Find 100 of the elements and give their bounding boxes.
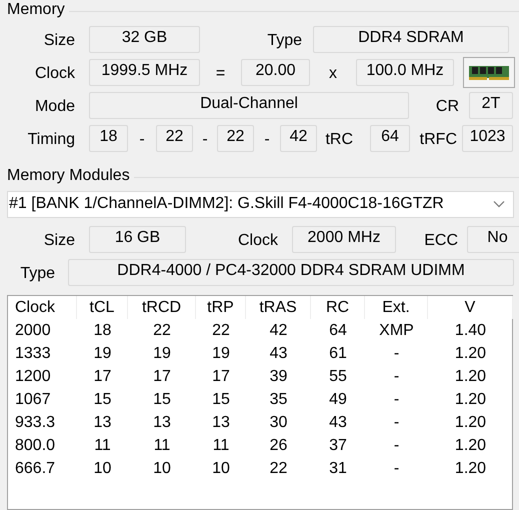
value-field: 20.00	[241, 58, 310, 86]
field-label: ECC	[423, 231, 458, 250]
table-cell-text: 49	[328, 390, 348, 408]
table-cell-text: -	[392, 344, 400, 362]
table-cell-text: 15	[152, 390, 172, 408]
table-cell-text: 11	[152, 436, 172, 454]
table-cell-text: 666.7	[14, 460, 56, 478]
value-field: 100.0 MHz	[356, 58, 454, 86]
value-field: 1999.5 MHz	[89, 58, 200, 86]
table-cell-text: 1067	[14, 390, 52, 408]
table-cell-text: 10	[92, 460, 112, 478]
column-header[interactable]: tRCD	[128, 296, 196, 319]
value-field: 42	[280, 124, 317, 152]
table-cell-text: 13	[211, 414, 231, 432]
table-cell-text: 42	[268, 322, 288, 340]
table-cell-text: 13	[92, 414, 112, 432]
table-cell-text: -	[392, 436, 400, 454]
equals-sign: =	[214, 64, 226, 83]
table-cell-text: 22	[268, 460, 288, 478]
table-cell-text: 1.20	[454, 414, 488, 432]
table-cell-text: -	[392, 368, 400, 386]
table-cell-text: 13	[152, 414, 172, 432]
chevron-down-icon	[493, 200, 505, 208]
table-cell-text: 800.0	[14, 436, 56, 454]
field-label: Clock	[34, 64, 75, 83]
table-cell-text: XMP	[378, 322, 415, 340]
value-field: DDR4-4000 / PC4-32000 DDR4 SDRAM UDIMM	[68, 258, 514, 286]
table-cell-text: 1.20	[454, 390, 488, 408]
table-cell-text: 1333	[14, 344, 52, 362]
value-field: No	[467, 226, 519, 252]
field-label: Mode	[34, 97, 75, 116]
table-cell-text: 43	[328, 414, 348, 432]
table-cell-text: 17	[211, 368, 231, 386]
value-field: 32 GB	[89, 26, 200, 52]
table-cell-text: 933.3	[14, 414, 56, 432]
value-field: 1023	[462, 124, 513, 152]
column-header[interactable]: RC	[311, 296, 365, 319]
column-header[interactable]: Clock	[8, 296, 77, 319]
table-cell-text: 39	[268, 368, 288, 386]
table-cell-text: 43	[268, 344, 288, 362]
field-label: tRFC	[418, 130, 457, 149]
value-field: 22	[156, 124, 193, 152]
table-cell-text: 15	[92, 390, 112, 408]
table-cell-text: 1200	[14, 368, 52, 386]
column-header[interactable]: Ext.	[365, 296, 428, 319]
section-title: Memory Modules	[7, 167, 130, 185]
table-cell-text: 35	[268, 390, 288, 408]
table-cell-text: 17	[152, 368, 172, 386]
value-field: 22	[217, 124, 254, 152]
field-label: Type	[19, 264, 55, 283]
table-cell-text: 18	[92, 322, 112, 340]
table-cell-text: 10	[211, 460, 231, 478]
dash: -	[138, 130, 146, 149]
table-cell-text: 2000	[14, 322, 52, 340]
field-label: Timing	[26, 130, 75, 149]
table-cell-text: 22	[211, 322, 231, 340]
times-sign: x	[328, 64, 338, 83]
table-cell-text: 17	[92, 368, 112, 386]
table-cell-text: -	[392, 390, 400, 408]
field-label: tRC	[324, 130, 353, 149]
table-cell-text: 10	[152, 460, 172, 478]
table-cell-text: 1.40	[454, 322, 488, 340]
table-cell-text: 22	[152, 322, 172, 340]
column-header[interactable]: V	[428, 296, 513, 319]
column-header[interactable]: tRAS	[246, 296, 311, 319]
table-cell-text: 15	[211, 390, 231, 408]
table-cell-text: 1.20	[454, 344, 488, 362]
field-label: Size	[42, 31, 75, 50]
value-field: 64	[370, 124, 410, 152]
table-cell-text: 26	[268, 436, 288, 454]
dash: -	[263, 130, 271, 149]
field-label: Size	[42, 231, 75, 250]
table-cell-text: 1.20	[454, 460, 488, 478]
value-field: 18	[89, 124, 128, 152]
table-cell-text: 11	[93, 436, 112, 454]
field-label: Clock	[236, 231, 278, 250]
table-cell-text: 11	[212, 436, 230, 454]
table-cell-text: 19	[211, 344, 231, 362]
dash: -	[201, 130, 209, 149]
table-cell-text: -	[392, 460, 400, 478]
column-header[interactable]: tCL	[77, 296, 128, 319]
value-field: 2T	[469, 92, 513, 118]
value-field: 16 GB	[89, 226, 186, 252]
table-cell-text: 1.20	[454, 436, 488, 454]
table-cell-text: 1.20	[454, 368, 488, 386]
table-cell-text: 37	[328, 436, 348, 454]
field-label: Type	[266, 31, 302, 50]
module-dropdown[interactable]: #1 [BANK 1/ChannelA-DIMM2]: G.Skill F4-4000C18-16GTZR	[7, 191, 514, 218]
memory-module-icon	[463, 56, 515, 88]
value-field: 2000 MHz	[292, 226, 396, 252]
table-cell-text: 19	[152, 344, 172, 362]
table-cell-text: 64	[328, 322, 348, 340]
value-field: DDR4 SDRAM	[313, 26, 509, 52]
table-cell-text: -	[392, 414, 400, 432]
field-label: CR	[434, 97, 459, 116]
section-title: Memory	[7, 1, 65, 19]
table-cell-text: 31	[328, 460, 348, 478]
column-header[interactable]: tRP	[196, 296, 246, 319]
table-cell-text: 55	[328, 368, 348, 386]
table-cell-text: 30	[268, 414, 288, 432]
